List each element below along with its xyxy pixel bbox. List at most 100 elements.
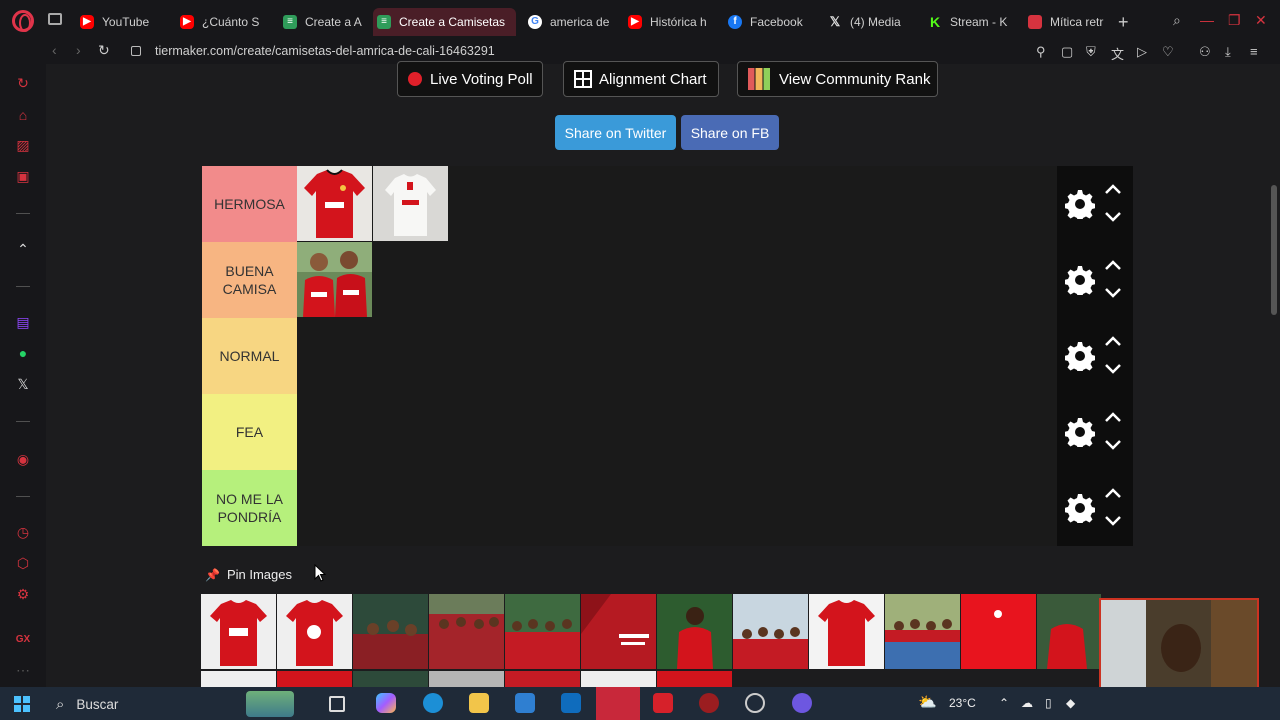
- pool-item[interactable]: [353, 671, 428, 687]
- player-icon[interactable]: ◉: [15, 451, 31, 467]
- chevron-down-icon[interactable]: [1103, 514, 1123, 528]
- scrollbar-thumb[interactable]: [1271, 185, 1277, 315]
- maximize-icon[interactable]: ❐: [1228, 12, 1241, 29]
- chevron-up-icon[interactable]: [1103, 410, 1123, 424]
- pool-item[interactable]: [961, 594, 1036, 669]
- clock-app-icon[interactable]: [745, 693, 765, 713]
- pool-item[interactable]: [429, 671, 504, 687]
- opera-logo-icon[interactable]: [12, 10, 34, 32]
- mail-icon[interactable]: ▣: [15, 168, 31, 184]
- tab-america[interactable]: Gamerica de: [524, 8, 612, 36]
- tab-create-a[interactable]: ≡ Create a A: [279, 8, 371, 36]
- pool-item[interactable]: [277, 594, 352, 669]
- new-tab-icon[interactable]: +: [1118, 12, 1129, 33]
- tier-label[interactable]: FEA: [202, 394, 297, 470]
- gear-icon[interactable]: [1065, 341, 1095, 371]
- x-sidebar-icon[interactable]: 𝕏: [15, 376, 31, 392]
- pool-item[interactable]: [429, 594, 504, 669]
- store-icon[interactable]: [515, 693, 535, 713]
- chevron-up-icon[interactable]: [1103, 258, 1123, 272]
- tier-drop-zone[interactable]: [297, 242, 1057, 318]
- players-photo-image[interactable]: [297, 242, 372, 317]
- community-rank-button[interactable]: View Community Rank: [737, 61, 938, 97]
- task-view-icon[interactable]: [329, 696, 345, 712]
- reload-icon[interactable]: ↻: [98, 42, 110, 59]
- cloud-icon[interactable]: ☁: [1021, 696, 1033, 710]
- tier-label[interactable]: BUENA CAMISA: [202, 242, 297, 318]
- settings-icon[interactable]: ⚙: [15, 586, 31, 602]
- image-pool[interactable]: [201, 594, 1101, 687]
- tray-app-icon[interactable]: ◆: [1066, 696, 1075, 710]
- tier-drop-zone[interactable]: [297, 394, 1057, 470]
- tab-youtube[interactable]: ▶ YouTube: [76, 8, 176, 36]
- tab-stream[interactable]: K Stream - K: [924, 8, 1008, 36]
- close-icon[interactable]: ✕: [1255, 12, 1267, 29]
- pool-item[interactable]: [201, 594, 276, 669]
- pin-icon[interactable]: ⚲: [1036, 44, 1046, 60]
- tab-historica[interactable]: ▶ Histórica h: [624, 8, 710, 36]
- red-shirt-image[interactable]: [297, 166, 372, 241]
- chevron-up-icon[interactable]: [1103, 182, 1123, 196]
- share-twitter-button[interactable]: Share on Twitter: [555, 115, 676, 150]
- pool-item[interactable]: [809, 594, 884, 669]
- aria-icon[interactable]: ↻: [15, 75, 31, 91]
- url-field[interactable]: tiermaker.com/create/camisetas-del-amric…: [155, 44, 495, 58]
- live-voting-poll-button[interactable]: Live Voting Poll: [397, 61, 543, 97]
- opera-gx-taskbar-icon[interactable]: [596, 687, 640, 720]
- outlook-icon[interactable]: [561, 693, 581, 713]
- back-icon[interactable]: ‹: [52, 42, 57, 58]
- pool-item[interactable]: [733, 594, 808, 669]
- widgets-icon[interactable]: [246, 691, 294, 717]
- wps-icon[interactable]: [653, 693, 673, 713]
- app-icon[interactable]: [699, 693, 719, 713]
- twitch-icon[interactable]: ▤: [15, 314, 31, 330]
- download-icon[interactable]: ⤓: [1225, 44, 1231, 60]
- gear-icon[interactable]: [1065, 265, 1095, 295]
- gear-icon[interactable]: [1065, 493, 1095, 523]
- more-icon[interactable]: ⋯: [15, 662, 31, 678]
- history-icon[interactable]: ◷: [15, 524, 31, 540]
- pool-item[interactable]: [657, 594, 732, 669]
- gear-icon[interactable]: [1065, 189, 1095, 219]
- copilot-icon[interactable]: [376, 693, 396, 713]
- chevron-up-icon[interactable]: [1103, 486, 1123, 500]
- adblock-icon[interactable]: ⛨: [1086, 44, 1096, 60]
- tier-label[interactable]: HERMOSA: [202, 166, 297, 242]
- tier-drop-zone[interactable]: [297, 318, 1057, 394]
- pool-item[interactable]: [885, 594, 960, 669]
- chevron-down-icon[interactable]: [1103, 210, 1123, 224]
- file-explorer-icon[interactable]: [469, 693, 489, 713]
- pool-item[interactable]: [277, 671, 352, 687]
- temperature[interactable]: 23°C: [949, 696, 976, 710]
- snapshot-icon[interactable]: ▢: [1061, 44, 1073, 60]
- whatsapp-icon[interactable]: ●: [15, 345, 31, 361]
- forward-icon[interactable]: ›: [76, 42, 81, 58]
- pool-item[interactable]: [581, 671, 656, 687]
- tier-drop-zone[interactable]: [297, 166, 1057, 242]
- tier-drop-zone[interactable]: [297, 470, 1057, 546]
- pool-item[interactable]: [201, 671, 276, 687]
- share-fb-button[interactable]: Share on FB: [681, 115, 779, 150]
- tab-x-media[interactable]: 𝕏 (4) Media: [824, 8, 908, 36]
- tray-chevron-up-icon[interactable]: ⌃: [999, 696, 1009, 710]
- pool-item[interactable]: [1037, 594, 1101, 669]
- gx-icon[interactable]: GX: [15, 632, 31, 648]
- scrollbar-track[interactable]: [1270, 64, 1280, 687]
- tier-label[interactable]: NORMAL: [202, 318, 297, 394]
- battery-icon[interactable]: ▯: [1045, 696, 1052, 710]
- tab-cuanto[interactable]: ▶ ¿Cuánto S: [176, 8, 271, 36]
- menu-icon[interactable]: ≡: [1250, 44, 1258, 59]
- chevron-down-icon[interactable]: [1103, 438, 1123, 452]
- minimize-icon[interactable]: —: [1200, 12, 1214, 28]
- edge-icon[interactable]: [423, 693, 443, 713]
- pool-item[interactable]: [581, 594, 656, 669]
- play-icon[interactable]: ▷: [1137, 44, 1147, 60]
- profile-icon[interactable]: ⚇: [1199, 44, 1211, 60]
- home-icon[interactable]: ⌃: [15, 241, 31, 257]
- crypto-wallet-icon[interactable]: ⌂: [15, 107, 31, 123]
- extensions-icon[interactable]: ⬡: [15, 555, 31, 571]
- notes-icon[interactable]: ▨: [15, 137, 31, 153]
- chevron-down-icon[interactable]: [1103, 362, 1123, 376]
- alignment-chart-button[interactable]: Alignment Chart: [563, 61, 719, 97]
- heart-icon[interactable]: ♡: [1162, 44, 1174, 60]
